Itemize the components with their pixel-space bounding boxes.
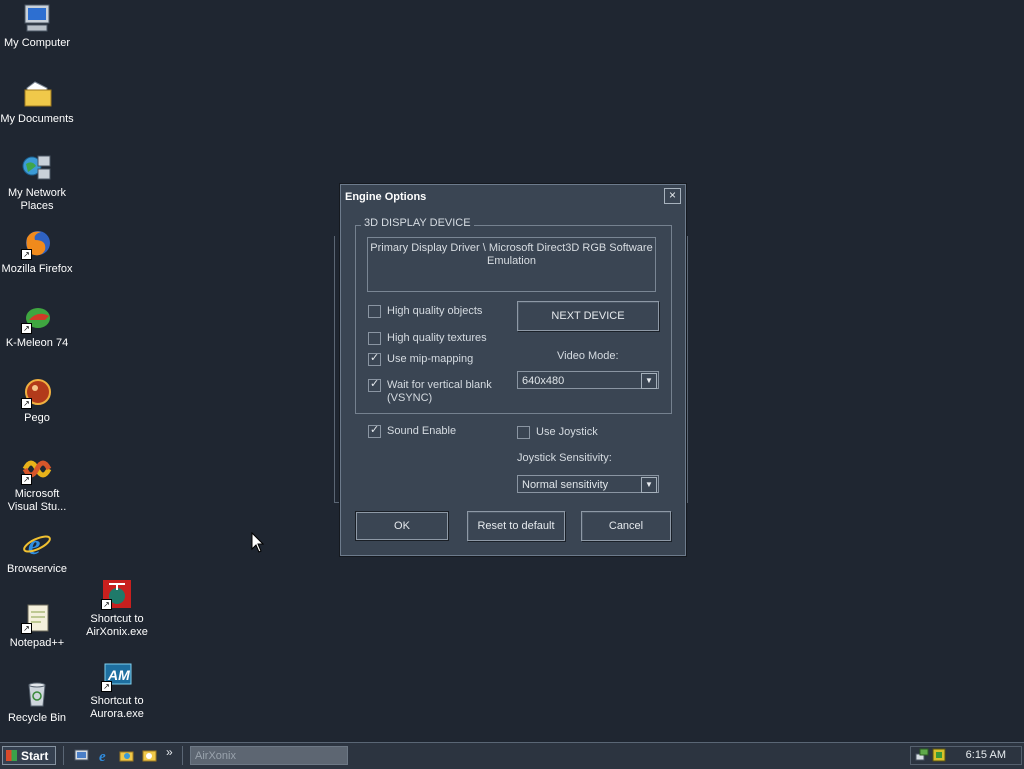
recycle-bin-icon [21,677,53,709]
desktop-icon-label: K-Meleon 74 [5,337,69,349]
desktop-icon-label: Shortcut to AirXonix.exe [86,613,148,638]
checkbox-high-quality-textures[interactable]: High quality textures [368,332,487,345]
pego-icon: ↗ [21,377,53,409]
display-device-group-label: 3D DISPLAY DEVICE [361,217,474,229]
aurora-icon: AM ↗ [101,660,133,692]
taskbar-separator [182,746,185,765]
video-mode-label: Video Mode: [557,350,619,362]
dialog-title: Engine Options [345,191,427,203]
desktop-icon-label: Browservice [7,563,67,575]
desktop-icon-firefox[interactable]: ↗ Mozilla Firefox [0,228,74,276]
checkbox-label: Wait for vertical blank (VSYNC) [387,379,492,404]
close-icon: × [668,188,676,202]
display-device-text: Primary Display Driver \ Microsoft Direc… [367,237,656,292]
windows-logo-icon [6,750,17,761]
desktop-icon-pego[interactable]: ↗ Pego [0,377,74,425]
taskbar-separator [63,746,66,765]
show-desktop-icon[interactable] [74,748,89,763]
checkbox-use-joystick[interactable]: Use Joystick [517,426,598,439]
folder-documents-icon [21,78,53,110]
engine-options-dialog: Engine Options × 3D DISPLAY DEVICE Prima… [340,184,686,556]
desktop-icon-visual-studio[interactable]: ↗ Microsoft Visual Stu... [0,453,74,514]
desktop-icon-label: My Documents [0,113,74,125]
shortcut-arrow-icon: ↗ [21,323,32,334]
checkbox-sound-enable[interactable]: Sound Enable [368,424,457,438]
notepad-icon: ↗ [21,602,53,634]
video-mode-select[interactable]: 640x480 ▼ [517,371,659,389]
chevron-down-icon[interactable]: ▼ [641,477,657,493]
security-tray-icon[interactable] [932,748,946,762]
taskbar-button-airxonix[interactable]: AirXonix [190,746,348,765]
network-icon [21,152,53,184]
checkbox-label: Use Joystick [536,426,598,438]
k-meleon-icon: ↗ [21,302,53,334]
desktop-icon-label: Notepad++ [9,637,65,649]
joystick-sensitivity-value: Normal sensitivity [522,479,609,491]
desktop-icon-label: My Network Places [7,187,67,212]
svg-text:e: e [99,749,106,763]
joystick-sensitivity-label: Joystick Sensitivity: [517,452,612,464]
checkbox-use-mip-mapping[interactable]: Use mip-mapping [368,352,474,366]
desktop-icon-label: Microsoft Visual Stu... [7,488,67,513]
close-button[interactable]: × [664,188,681,204]
desktop-icon-label: Pego [24,412,50,424]
ok-button[interactable]: OK [355,511,449,541]
checkbox-label: High quality textures [387,332,487,344]
checkbox-box-checked[interactable] [368,424,381,438]
desktop-icon-label: My Computer [3,37,71,49]
clock: 6:15 AM [965,749,1006,761]
desktop-icon-label: Mozilla Firefox [1,263,73,275]
shortcut-arrow-icon: ↗ [101,681,112,692]
checkbox-vsync[interactable]: Wait for vertical blank (VSYNC) [368,378,498,405]
windows-explorer-icon[interactable] [119,748,134,763]
network-tray-icon[interactable] [915,748,929,762]
desktop-icon-recycle-bin[interactable]: Recycle Bin [0,677,74,725]
svg-text:e: e [28,530,40,560]
desktop-icon-my-documents[interactable]: My Documents [0,78,74,126]
video-mode-value: 640x480 [522,375,565,387]
start-label: Start [21,749,49,763]
desktop-icon-network[interactable]: My Network Places [0,152,74,213]
checkbox-label: High quality objects [387,305,483,317]
desktop-icon-label: Recycle Bin [7,712,67,724]
shortcut-arrow-icon: ↗ [21,249,32,260]
media-icon[interactable] [142,748,157,763]
desktop-icon-aurora[interactable]: AM ↗ Shortcut to Aurora.exe [80,660,154,721]
joystick-sensitivity-select[interactable]: Normal sensitivity ▼ [517,475,659,493]
desktop-icon-browservice[interactable]: e Browservice [0,528,74,576]
checkbox-box[interactable] [368,305,381,318]
visual-studio-icon: ↗ [21,453,53,485]
desktop-icon-my-computer[interactable]: My Computer [0,2,74,50]
next-device-button[interactable]: NEXT DEVICE [517,301,659,331]
checkbox-box-checked[interactable] [368,378,381,392]
internet-explorer-icon: e [21,528,53,560]
desktop-icon-notepadpp[interactable]: ↗ Notepad++ [0,602,74,650]
checkbox-box[interactable] [368,332,381,345]
shortcut-arrow-icon: ↗ [101,599,112,610]
taskbar: Start e » AirXonix 6:15 AM [0,742,1024,769]
mouse-cursor-icon [251,531,265,557]
computer-icon [21,2,53,34]
checkbox-label: Sound Enable [387,425,457,437]
shortcut-arrow-icon: ↗ [21,623,32,634]
desktop-icon-k-meleon[interactable]: ↗ K-Meleon 74 [0,302,74,350]
checkbox-box[interactable] [517,426,530,439]
start-button[interactable]: Start [2,746,56,765]
shortcut-arrow-icon: ↗ [21,398,32,409]
firefox-icon: ↗ [21,228,53,260]
checkbox-label: Use mip-mapping [387,353,474,365]
reset-to-default-button[interactable]: Reset to default [467,511,565,541]
quicklaunch-more-icon[interactable]: » [166,746,181,761]
desktop-icon-airxonix[interactable]: ↗ Shortcut to AirXonix.exe [80,578,154,639]
internet-explorer-icon[interactable]: e [97,748,112,765]
desktop-icon-label: Shortcut to Aurora.exe [90,695,144,720]
dialog-titlebar[interactable]: Engine Options [343,187,683,207]
airxonix-icon: ↗ [101,578,133,610]
shortcut-arrow-icon: ↗ [21,474,32,485]
chevron-down-icon[interactable]: ▼ [641,373,657,389]
cancel-button[interactable]: Cancel [581,511,671,541]
checkbox-box-checked[interactable] [368,352,381,366]
checkbox-high-quality-objects[interactable]: High quality objects [368,305,482,318]
